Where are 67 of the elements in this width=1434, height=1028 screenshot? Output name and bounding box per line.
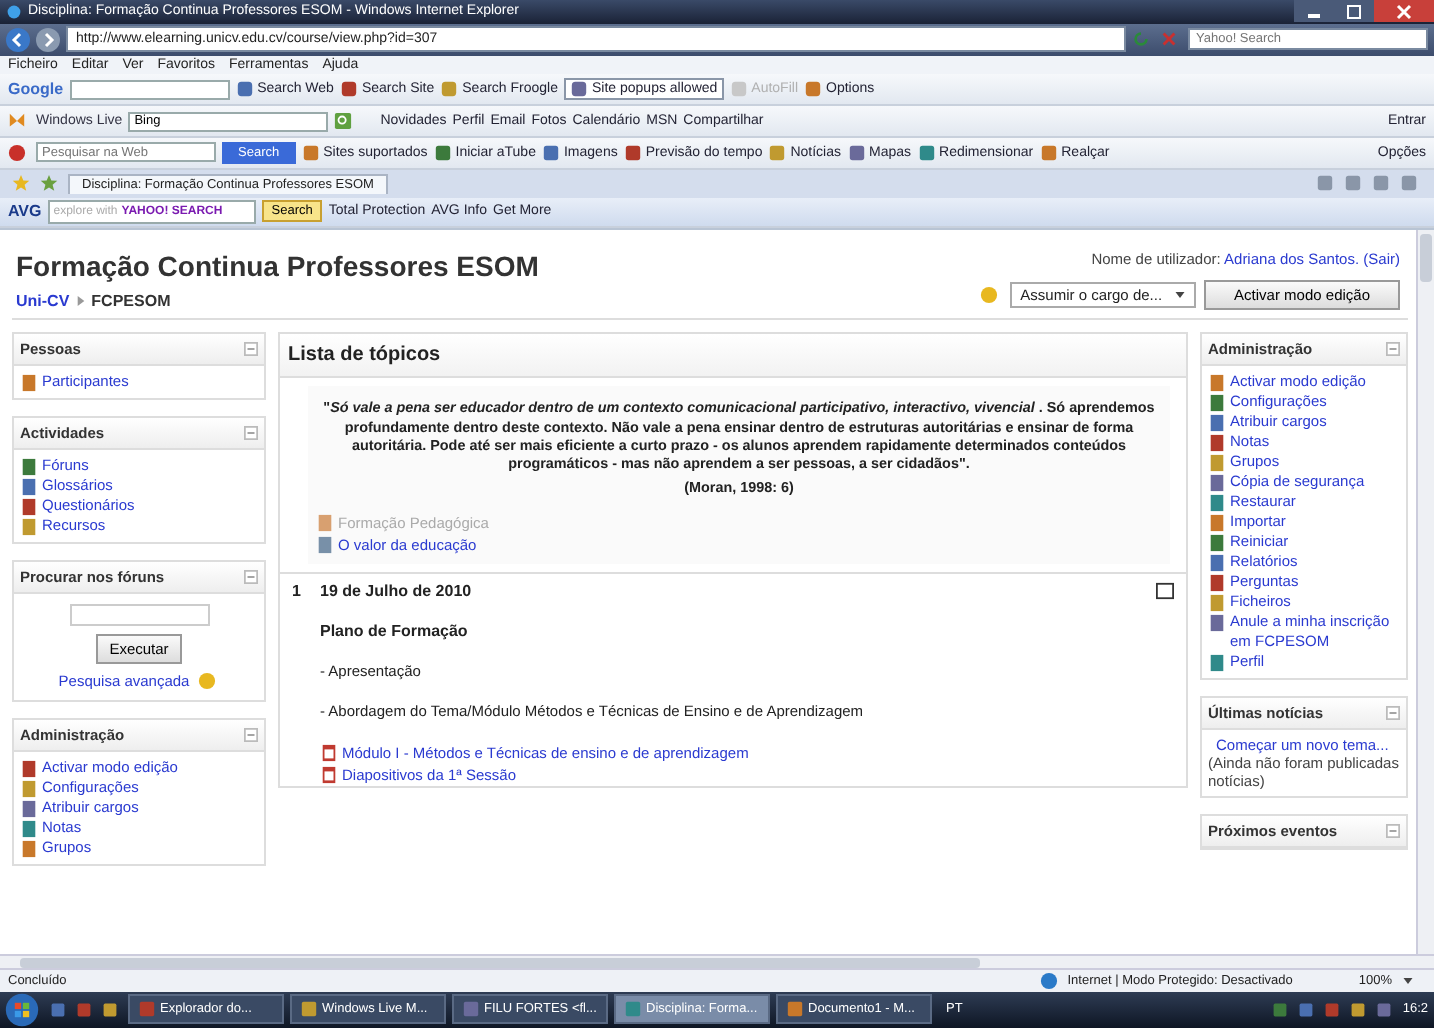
horizontal-scrollbar[interactable] bbox=[0, 954, 1434, 969]
caret-icon[interactable] bbox=[1402, 976, 1414, 987]
butterfly-icon bbox=[8, 112, 26, 131]
help-icon[interactable] bbox=[980, 286, 999, 305]
avg-brand: AVG bbox=[8, 202, 42, 221]
toolbar-icon bbox=[301, 143, 320, 162]
collapse-icon[interactable] bbox=[1386, 342, 1400, 357]
show-one-icon[interactable] bbox=[1156, 581, 1174, 600]
windows-logo-icon bbox=[4, 991, 40, 1028]
collapse-icon[interactable] bbox=[244, 728, 258, 743]
close-icon bbox=[1394, 3, 1414, 20]
maximize-icon bbox=[1344, 3, 1364, 20]
stop-icon[interactable] bbox=[1160, 30, 1178, 49]
star-icon[interactable] bbox=[40, 174, 58, 193]
back-icon bbox=[6, 27, 30, 52]
section-date: 19 de Julho de 2010 bbox=[320, 581, 474, 600]
collapse-icon[interactable] bbox=[1386, 706, 1400, 721]
toolbar-icon bbox=[570, 80, 588, 99]
browser-icon bbox=[6, 3, 22, 20]
app-icon bbox=[300, 1000, 318, 1019]
toolbar-icon bbox=[847, 143, 866, 162]
toolbar-icon bbox=[917, 143, 936, 162]
breadcrumb-item: FCPESOM bbox=[91, 292, 171, 311]
forward-button[interactable] bbox=[36, 27, 60, 52]
toolbar-icon bbox=[235, 80, 254, 99]
search-icon[interactable] bbox=[334, 112, 353, 131]
google-logo: Google bbox=[8, 80, 64, 99]
start-button[interactable] bbox=[0, 991, 44, 1028]
collapse-icon[interactable] bbox=[244, 342, 258, 357]
forum-search-field[interactable] bbox=[69, 604, 209, 627]
collapse-icon[interactable] bbox=[244, 426, 258, 441]
breadcrumb-link[interactable]: Uni-CV bbox=[16, 292, 70, 311]
close-button[interactable] bbox=[1374, 0, 1434, 23]
toolbar-icon bbox=[440, 80, 459, 99]
toolbar-icon bbox=[433, 143, 452, 162]
app-icon bbox=[624, 1000, 642, 1019]
star-icon[interactable] bbox=[12, 174, 30, 193]
app-icon bbox=[786, 1000, 804, 1019]
refresh-icon[interactable] bbox=[1132, 30, 1150, 49]
section-number: 1 bbox=[292, 581, 303, 604]
toolbar-icon bbox=[804, 80, 822, 99]
app-icon bbox=[462, 1000, 480, 1019]
vertical-scrollbar[interactable] bbox=[1416, 230, 1434, 955]
toolbar-icon bbox=[1039, 143, 1058, 162]
toolbar-icon bbox=[623, 143, 642, 162]
toolbar-icon bbox=[541, 143, 560, 162]
course-title: Formação Continua Professores ESOM bbox=[16, 250, 539, 283]
section-heading: Plano de Formação bbox=[320, 621, 470, 640]
toolbar-icon bbox=[768, 143, 787, 162]
back-button[interactable] bbox=[6, 27, 30, 52]
maximize-button[interactable] bbox=[1334, 0, 1374, 23]
minimize-button[interactable] bbox=[1294, 0, 1334, 23]
breadcrumb-arrow-icon bbox=[75, 294, 86, 309]
toolbar-icon bbox=[729, 80, 748, 99]
caret-icon bbox=[1174, 290, 1187, 301]
round-logo-icon bbox=[8, 143, 26, 162]
collapse-icon[interactable] bbox=[244, 570, 258, 585]
page-icon bbox=[1208, 653, 1226, 672]
google-search-field[interactable] bbox=[69, 79, 230, 100]
toolbar-icon bbox=[339, 80, 358, 99]
topics-title: Lista de tópicos bbox=[288, 344, 441, 367]
help-icon[interactable] bbox=[197, 672, 216, 691]
app-icon bbox=[138, 1000, 156, 1019]
collapse-icon[interactable] bbox=[1386, 824, 1400, 839]
globe-icon bbox=[1039, 972, 1058, 991]
forward-icon bbox=[36, 27, 60, 52]
page-icon bbox=[20, 373, 38, 392]
